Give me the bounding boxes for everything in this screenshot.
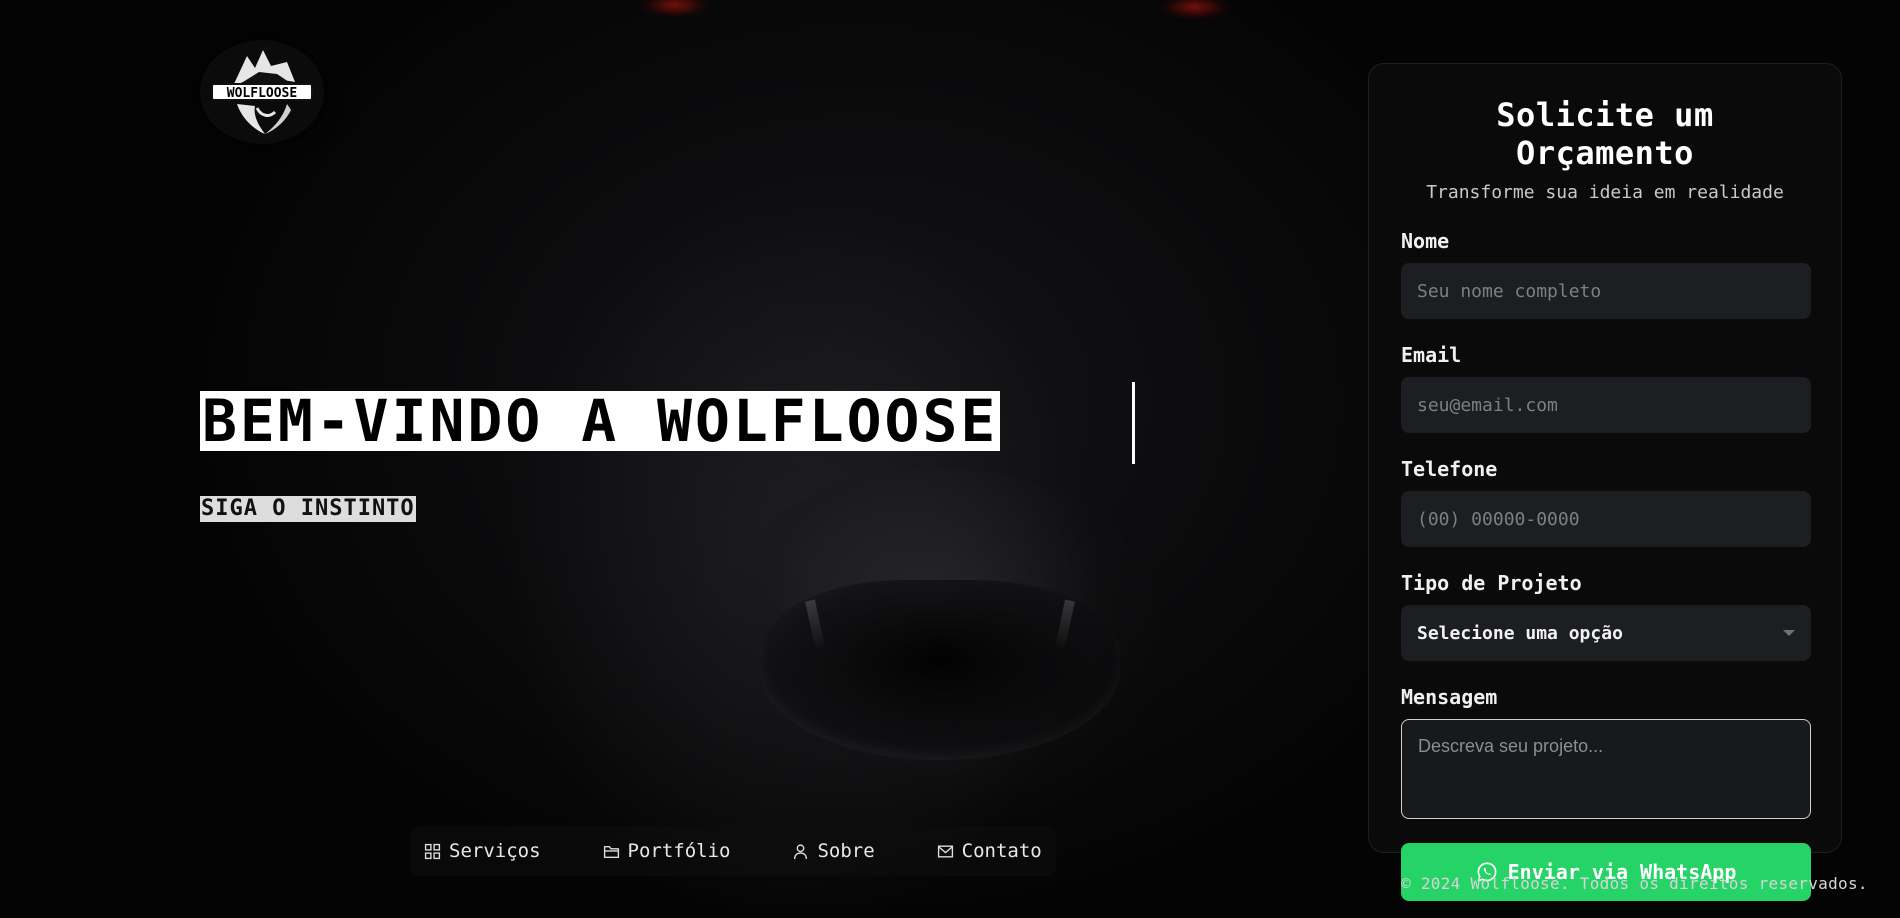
nav-item-sobre[interactable]: Sobre — [792, 840, 875, 862]
page: WOLFLOOSE BEM-VINDO A WOLFLOOSE SIGA O I… — [0, 0, 1900, 918]
nav-item-label: Contato — [961, 840, 1042, 862]
message-field[interactable] — [1401, 719, 1811, 819]
phone-field[interactable] — [1401, 491, 1811, 547]
svg-text:WOLFLOOSE: WOLFLOOSE — [227, 86, 297, 101]
grid-icon — [424, 843, 441, 859]
typing-caret — [1132, 382, 1135, 464]
nav-item-label: Portfólio — [627, 840, 731, 862]
hero-tagline: SIGA O INSTINTO — [200, 496, 416, 522]
nav-item-portfolio[interactable]: Portfólio — [603, 840, 731, 862]
project-type-label: Tipo de Projeto — [1401, 571, 1582, 595]
nav-item-servicos[interactable]: Serviços — [424, 840, 541, 862]
footer-copyright: © 2024 Wolfloose. Todos os direitos rese… — [1401, 874, 1868, 893]
email-field[interactable] — [1401, 377, 1811, 433]
form-title: Solicite um Orçamento — [1496, 96, 1714, 172]
project-type-selected: Selecione uma opção — [1417, 622, 1623, 644]
hero-title: BEM-VINDO A WOLFLOOSE — [200, 387, 1001, 455]
nav-item-contato[interactable]: Contato — [937, 840, 1042, 862]
quote-form: Solicite um Orçamento Transforme sua ide… — [1368, 63, 1842, 901]
email-label: Email — [1401, 343, 1462, 367]
bottom-nav: Serviços Portfólio Sobre Contato — [410, 826, 1056, 876]
project-type-select[interactable]: Selecione uma opção — [1401, 605, 1811, 661]
chevron-down-icon — [1783, 630, 1795, 636]
form-subtitle: Transforme sua ideia em realidade — [1426, 182, 1784, 203]
folder-icon — [603, 845, 619, 858]
name-field[interactable] — [1401, 263, 1811, 319]
brand-logo[interactable]: WOLFLOOSE — [200, 40, 324, 144]
phone-label: Telefone — [1401, 457, 1498, 481]
mail-icon — [937, 844, 953, 858]
user-icon — [794, 843, 808, 859]
nav-item-label: Serviços — [449, 840, 541, 862]
message-label: Mensagem — [1401, 685, 1498, 709]
name-label: Nome — [1401, 229, 1450, 253]
wolf-eye-right — [1160, 0, 1230, 20]
wolf-eye-left — [640, 0, 710, 18]
nav-item-label: Sobre — [817, 840, 875, 862]
wolf-head-icon: WOLFLOOSE — [211, 50, 313, 134]
